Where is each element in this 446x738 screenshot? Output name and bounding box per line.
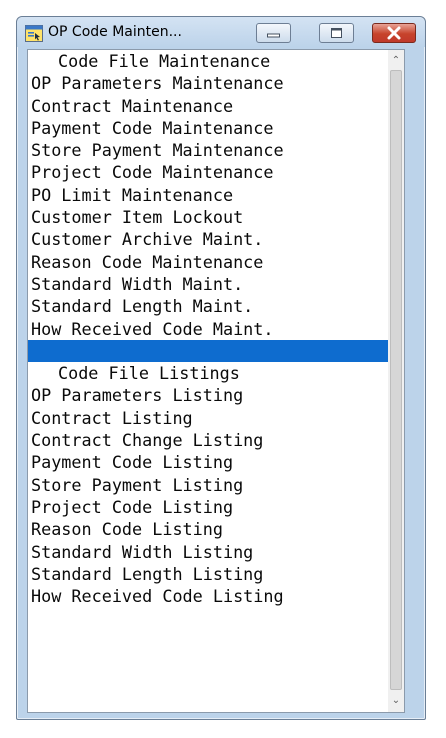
menu-section-header: Code File Listings <box>58 363 240 384</box>
menu-item[interactable]: Customer Archive Maint. <box>28 228 392 250</box>
menu-item[interactable]: OP Parameters Maintenance <box>28 72 392 94</box>
menu-item[interactable]: Standard Length Maint. <box>28 295 392 317</box>
menu-item[interactable]: OP Parameters Listing <box>28 384 392 406</box>
menu-item[interactable]: Project Code Listing <box>28 496 392 518</box>
chevron-down-icon[interactable]: ⌄ <box>388 692 404 710</box>
menu-item[interactable]: PO Limit Maintenance <box>28 184 392 206</box>
menu-item[interactable]: Standard Width Listing <box>28 541 392 563</box>
menu-item[interactable]: Standard Width Maint. <box>28 273 392 295</box>
menu-item[interactable]: Customer Item Lockout <box>28 206 392 228</box>
menu-item[interactable]: Reason Code Listing <box>28 518 392 540</box>
app-window-icon <box>25 25 43 42</box>
scroll-thumb[interactable] <box>390 70 402 690</box>
minimize-button[interactable] <box>256 23 291 43</box>
menu-item[interactable]: Payment Code Maintenance <box>28 117 392 139</box>
menu-item[interactable]: Reason Code Maintenance <box>28 251 392 273</box>
menu-item[interactable]: Contract Maintenance <box>28 95 392 117</box>
menu-item[interactable]: Store Payment Listing <box>28 474 392 496</box>
menu-item[interactable]: How Received Code Listing <box>28 585 392 607</box>
vertical-scrollbar[interactable]: ⌃ ⌄ <box>388 50 404 712</box>
close-button[interactable] <box>372 23 416 43</box>
window-title: OP Code Mainten... <box>48 24 182 40</box>
menu-item[interactable]: Contract Listing <box>28 407 392 429</box>
menu-item[interactable]: How Received Code Maint. <box>28 318 392 340</box>
menu-item[interactable]: Project Code Maintenance <box>28 161 392 183</box>
menu-section-header: Code File Maintenance <box>58 51 271 71</box>
chevron-up-icon[interactable]: ⌃ <box>388 52 404 70</box>
close-icon <box>387 26 401 40</box>
maximize-icon <box>331 28 342 38</box>
menu-item-selected[interactable] <box>28 339 392 363</box>
minimize-icon <box>267 33 280 38</box>
maximize-button[interactable] <box>319 23 354 43</box>
menu-item[interactable]: Standard Length Listing <box>28 563 392 585</box>
menu-item[interactable]: Store Payment Maintenance <box>28 139 392 161</box>
menu-panel: Code File Maintenance OP Parameters Maint… <box>27 49 405 713</box>
menu-item[interactable]: Contract Change Listing <box>28 429 392 451</box>
title-bar[interactable]: OP Code Mainten... <box>17 17 425 47</box>
app-window: OP Code Mainten... Code File Maintenance… <box>16 16 426 720</box>
menu-item[interactable]: Payment Code Listing <box>28 451 392 473</box>
menu-list: Code File Maintenance OP Parameters Maint… <box>28 50 392 714</box>
